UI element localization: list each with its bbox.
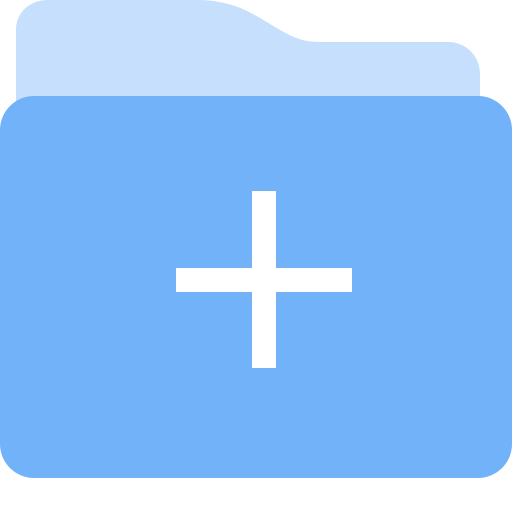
folder-add-icon-container[interactable] xyxy=(0,0,512,512)
plus-horizontal-bar xyxy=(176,268,352,292)
folder-back-panel xyxy=(16,0,480,110)
folder-add-icon[interactable] xyxy=(0,0,512,512)
